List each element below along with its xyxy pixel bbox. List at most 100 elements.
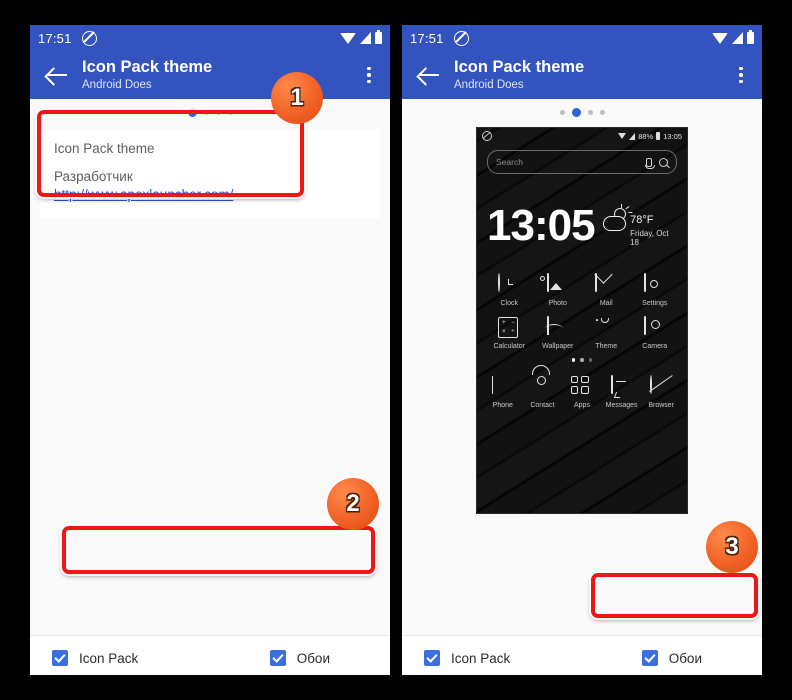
app-icon-camera[interactable]: Camera <box>631 316 680 350</box>
app-label: Wallpaper <box>542 343 574 350</box>
search-icon[interactable] <box>659 157 668 167</box>
mail-icon <box>595 273 617 296</box>
wifi-icon <box>340 32 356 44</box>
theme-preview-image[interactable]: 88% 13:05 Search 13:05 78°F Friday, Oct … <box>477 128 687 513</box>
checkbox-checked-icon[interactable] <box>641 650 658 666</box>
dock-icon-messages[interactable]: Messages <box>602 374 642 409</box>
home-dot <box>588 358 593 362</box>
status-icons <box>340 29 382 44</box>
page-indicator[interactable] <box>402 99 762 125</box>
status-time: 17:51 <box>38 30 72 46</box>
weather-text: 78°F Friday, Oct 18 <box>630 208 677 248</box>
preview-home-page-indicator <box>477 358 687 362</box>
apps-grid-icon <box>570 375 593 398</box>
app-icon-wallpaper[interactable]: Wallpaper <box>534 316 583 350</box>
signal-icon <box>360 32 371 44</box>
search-bar-icons <box>645 157 668 169</box>
icon-pack-label: Icon Pack <box>79 650 139 666</box>
checkbox-checked-icon[interactable] <box>269 650 286 666</box>
phone-icon <box>491 375 514 398</box>
dock-icon-phone[interactable]: Phone <box>483 375 523 409</box>
battery-icon <box>656 132 661 140</box>
partly-cloudy-icon <box>602 204 633 232</box>
step-badge-2: 2 <box>327 478 379 530</box>
preview-search-bar[interactable]: Search <box>487 150 677 174</box>
back-arrow-icon[interactable] <box>44 62 70 88</box>
app-icon-mail[interactable]: Mail <box>582 273 631 307</box>
dock-label: Phone <box>492 401 513 409</box>
dock-label: Contact <box>530 401 555 409</box>
page-dot[interactable] <box>571 107 581 117</box>
browser-globe-icon <box>650 374 672 398</box>
icon-pack-checkbox[interactable]: Icon Pack <box>52 650 138 666</box>
wallpaper-icon <box>546 316 569 339</box>
status-icons <box>712 29 754 44</box>
page-dot[interactable] <box>599 109 605 115</box>
message-bubble-icon <box>610 374 633 398</box>
preview-weather-widget: 78°F Friday, Oct 18 <box>602 204 677 248</box>
checkbox-checked-icon[interactable] <box>424 650 440 666</box>
more-vert-icon[interactable] <box>730 62 752 88</box>
dock-icon-contact[interactable]: Contact <box>523 376 563 409</box>
checkbox-checked-icon[interactable] <box>52 650 68 666</box>
camera-icon <box>643 316 666 339</box>
contact-person-icon <box>531 376 553 398</box>
app-icon-calculator[interactable]: + − × ÷ Calculator <box>485 317 534 350</box>
highlight-info-card <box>37 110 304 197</box>
app-bar: Icon Pack theme Android Does <box>30 51 390 99</box>
highlight-apply-button <box>591 573 758 618</box>
icon-pack-checkbox[interactable]: Icon Pack <box>424 650 510 666</box>
dock-icon-apps[interactable]: Apps <box>562 375 602 409</box>
highlight-options-row <box>62 526 375 574</box>
calculator-icon: + − × ÷ <box>498 317 520 339</box>
page-subtitle: Android Does <box>82 78 152 91</box>
signal-icon <box>732 32 743 44</box>
app-icon-theme[interactable]: Theme <box>582 317 631 350</box>
app-icon-photo[interactable]: Photo <box>534 273 583 307</box>
search-placeholder: Search <box>496 157 523 167</box>
preview-clock: 13:05 <box>487 201 596 250</box>
back-arrow-icon[interactable] <box>416 62 442 88</box>
dock-label: Browser <box>648 401 675 409</box>
status-time: 17:51 <box>410 30 444 46</box>
clock-icon <box>498 273 520 296</box>
wallpaper-label: Обои <box>296 650 330 666</box>
preview-clock-small: 13:05 <box>663 131 682 141</box>
step-badge-1: 1 <box>271 72 323 124</box>
app-icon-settings[interactable]: Settings <box>631 273 680 307</box>
wallpaper-checkbox[interactable]: Обои <box>641 650 702 666</box>
page-title: Icon Pack theme <box>454 58 585 77</box>
wifi-icon <box>618 133 627 139</box>
status-bar: 17:51 <box>402 25 762 51</box>
microphone-icon[interactable] <box>645 157 655 169</box>
page-dot[interactable] <box>587 109 593 115</box>
app-bar: Icon Pack theme Android Does <box>402 51 762 99</box>
app-label: Settings <box>642 300 668 307</box>
settings-gear-icon <box>643 273 666 296</box>
app-label: Clock <box>500 300 518 307</box>
screenshot-stage: 17:51 Icon Pack theme Android Does Icon … <box>0 0 792 700</box>
dock-icon-browser[interactable]: Browser <box>641 374 681 409</box>
home-dot <box>571 358 576 362</box>
page-dot[interactable] <box>559 109 565 115</box>
do-not-disturb-icon <box>453 30 469 46</box>
app-label: Calculator <box>493 343 525 350</box>
page-subtitle: Android Does <box>454 78 524 91</box>
wifi-icon <box>712 32 728 44</box>
photo-icon <box>539 273 569 296</box>
theme-shirt-icon <box>595 317 617 339</box>
battery-icon <box>747 29 754 44</box>
preview-app-grid: Clock Photo Mail Settings + − × ÷ Calcul… <box>477 273 687 350</box>
more-vert-icon[interactable] <box>358 62 380 88</box>
app-icon-clock[interactable]: Clock <box>485 273 534 307</box>
dock-label: Messages <box>605 401 638 409</box>
page-title: Icon Pack theme <box>82 58 213 77</box>
app-label: Theme <box>595 343 618 350</box>
preview-status-bar: 88% 13:05 <box>477 128 687 144</box>
left-options-row: Icon Pack Обои <box>30 635 390 675</box>
app-label: Photo <box>548 300 567 307</box>
step-badge-3: 3 <box>706 521 758 573</box>
wallpaper-checkbox[interactable]: Обои <box>269 650 330 666</box>
wallpaper-label: Обои <box>668 650 702 666</box>
do-not-disturb-icon <box>482 131 492 141</box>
